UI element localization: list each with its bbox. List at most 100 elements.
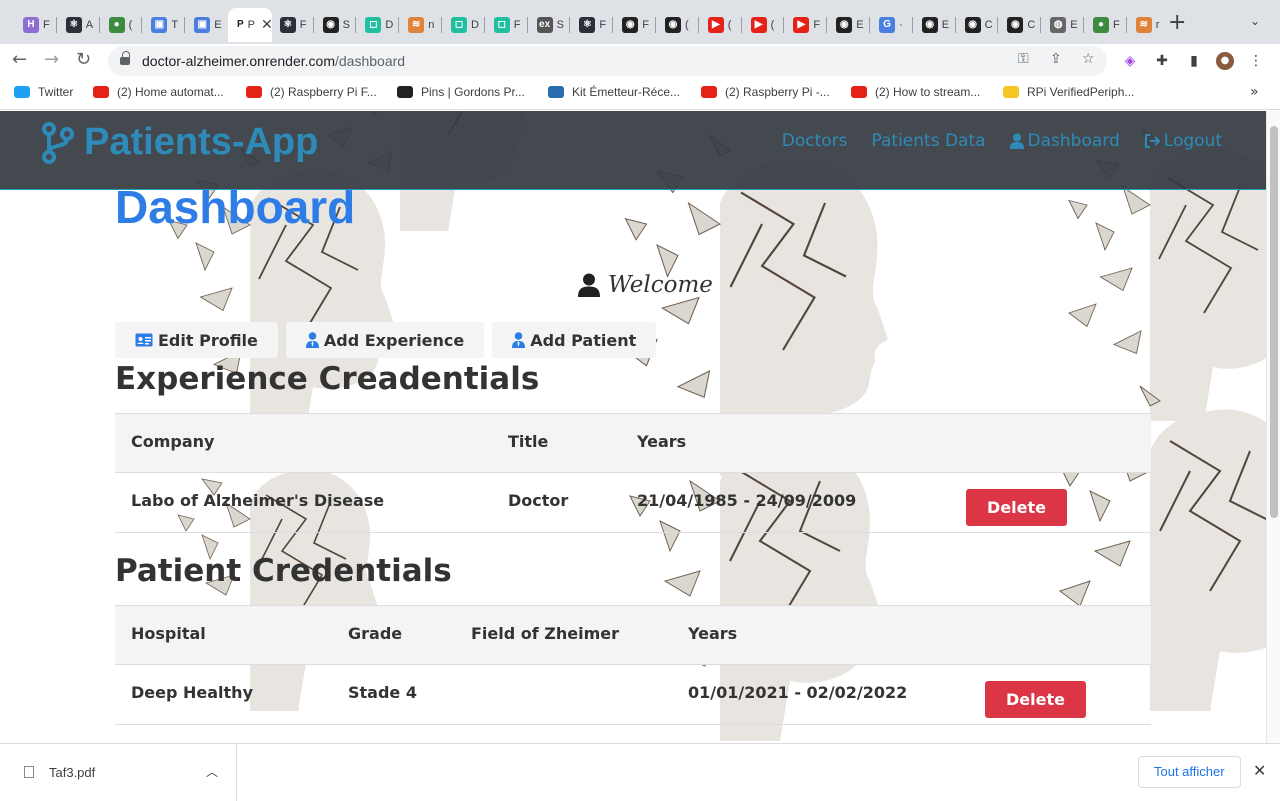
nav-patients-data[interactable]: Patients Data: [872, 131, 986, 151]
browser-tab[interactable]: ≋ r: [1127, 8, 1170, 42]
tab-title: S: [342, 19, 350, 31]
key-icon[interactable]: ⚿: [1018, 51, 1029, 67]
bookmark-item[interactable]: (2) How to stream...: [851, 85, 980, 99]
brand-name: Patients-App: [84, 121, 319, 163]
welcome-message: Welcome: [578, 272, 713, 298]
download-item[interactable]: Taf3.pdf ︿: [0, 744, 237, 801]
extension-lens-icon[interactable]: ◈: [1121, 52, 1139, 70]
browser-tab[interactable]: ▶(: [699, 8, 742, 42]
browser-tab[interactable]: ◉ E: [913, 8, 956, 42]
browser-tab[interactable]: ◉ F: [613, 8, 656, 42]
scrollbar-thumb[interactable]: [1270, 126, 1278, 518]
browser-tab[interactable]: ◍ E: [1041, 8, 1084, 42]
nav-doctors[interactable]: Doctors: [782, 131, 848, 151]
browser-tab[interactable]: ⚛ F: [570, 8, 613, 42]
pdf-file-icon: [24, 766, 34, 778]
browser-tab[interactable]: ▣ T: [142, 8, 185, 42]
patient-table-header: Hospital Grade Field of Zheimer Years: [115, 605, 1151, 665]
bookmark-item[interactable]: Twitter: [14, 85, 73, 99]
patient-heading: Patient Credentials: [115, 553, 452, 589]
tab-favicon-icon: G: [879, 17, 895, 33]
browser-tab[interactable]: ◉(: [656, 8, 699, 42]
tab-title: C: [984, 19, 993, 31]
navbar-links: Doctors Patients Data Dashboard Logout: [758, 131, 1222, 151]
share-icon[interactable]: ⇪: [1050, 51, 1062, 67]
column-header-field: Field of Zheimer: [471, 624, 620, 643]
nav-logout[interactable]: Logout: [1144, 131, 1222, 151]
bookmark-label: RPi VerifiedPeriph...: [1027, 85, 1135, 99]
back-arrow-icon[interactable]: ←: [12, 49, 27, 71]
column-header-company: Company: [131, 432, 215, 451]
edit-profile-button[interactable]: Edit Profile: [115, 322, 278, 358]
bookmark-label: (2) Raspberry Pi -...: [725, 85, 830, 99]
browser-tab[interactable]: ● F: [1084, 8, 1127, 42]
experience-table-header: Company Title Years: [115, 413, 1151, 473]
profile-avatar[interactable]: ●: [1216, 52, 1234, 70]
new-tab-button[interactable]: +: [1168, 12, 1186, 34]
bookmark-label: (2) Home automat...: [117, 85, 224, 99]
bookmark-item[interactable]: RPi VerifiedPeriph...: [1003, 85, 1134, 99]
browser-tab[interactable]: ◻ F: [485, 8, 528, 42]
column-header-years: Years: [688, 624, 738, 643]
tab-favicon-icon: ≋: [408, 17, 425, 33]
tab-title: (: [727, 19, 732, 31]
bookmark-item[interactable]: (2) Raspberry Pi -...: [701, 85, 830, 99]
table-row: Labo of Alzheimer's Disease Doctor 21/04…: [115, 473, 1151, 533]
bookmark-favicon-icon: [701, 86, 717, 98]
side-panel-icon[interactable]: ▮: [1185, 52, 1203, 70]
bookmark-favicon-icon: [851, 86, 867, 98]
nav-dashboard[interactable]: Dashboard: [1009, 131, 1120, 151]
browser-tab[interactable]: ◻ D: [442, 8, 485, 42]
extensions-puzzle-icon[interactable]: ✚: [1153, 52, 1171, 70]
patient-hospital: Deep Healthy: [131, 683, 253, 702]
browser-tab[interactable]: ≋ n: [399, 8, 442, 42]
browser-tab[interactable]: ⚛ A: [57, 8, 100, 42]
reload-icon[interactable]: ↻: [76, 49, 91, 71]
chevron-up-icon[interactable]: ︿: [206, 763, 218, 780]
tab-favicon-icon: ▣: [194, 17, 211, 33]
tab-title: F: [642, 19, 649, 31]
add-experience-button[interactable]: Add Experience: [285, 322, 485, 358]
bookmark-item[interactable]: Kit Émetteur-Réce...: [548, 85, 680, 99]
bookmark-item[interactable]: (2) Home automat...: [93, 85, 224, 99]
bookmarks-bar: Twitter (2) Home automat... (2) Raspberry …: [0, 78, 1280, 110]
sign-out-icon: [1144, 134, 1160, 148]
bookmark-favicon-icon: [246, 86, 262, 98]
browser-tab[interactable]: ◉ S: [314, 8, 357, 42]
tab-title: E: [1070, 19, 1078, 31]
browser-tab[interactable]: ●(: [100, 8, 143, 42]
browser-tab[interactable]: G ·: [870, 8, 913, 42]
tab-favicon-icon: ◍: [1050, 17, 1067, 33]
browser-tab[interactable]: HF: [14, 8, 57, 42]
bookmark-star-icon[interactable]: ☆: [1082, 51, 1095, 67]
delete-experience-button[interactable]: Delete: [966, 489, 1067, 526]
page-scrollbar[interactable]: [1266, 111, 1280, 743]
nav-doctors-label: Doctors: [781, 131, 848, 151]
tab-search-chevron-icon[interactable]: ⌄: [1250, 14, 1260, 28]
forward-arrow-icon[interactable]: →: [44, 49, 59, 71]
bookmarks-overflow-chevron-icon[interactable]: »: [1250, 84, 1259, 100]
browser-tab[interactable]: ▶ F: [784, 8, 827, 42]
browser-tab[interactable]: ⚛ F: [271, 8, 314, 42]
browser-tab[interactable]: ▶(: [742, 8, 785, 42]
close-icon[interactable]: ✕: [1253, 761, 1266, 780]
browser-tab[interactable]: ▣ E: [185, 8, 228, 42]
brand-logo[interactable]: Patients-App: [42, 121, 318, 164]
bookmark-item[interactable]: (2) Raspberry Pi F...: [246, 85, 377, 99]
browser-tab[interactable]: ◉ C: [956, 8, 999, 42]
lock-icon[interactable]: [120, 51, 130, 65]
show-all-downloads-button[interactable]: Tout afficher: [1138, 756, 1241, 788]
bookmark-item[interactable]: Pins | Gordons Pr...: [397, 85, 525, 99]
tab-favicon-icon: ◉: [964, 17, 981, 33]
add-patient-button[interactable]: Add Patient: [492, 322, 657, 358]
menu-kebab-icon[interactable]: ⋮: [1247, 52, 1265, 70]
browser-tab[interactable]: ◻ D: [356, 8, 399, 42]
table-row: Deep Healthy Stade 4 01/01/2021 - 02/02/…: [115, 665, 1151, 725]
browser-tab[interactable]: P P ✕: [228, 8, 273, 42]
delete-patient-button[interactable]: Delete: [985, 681, 1086, 718]
address-bar[interactable]: doctor-alzheimer.onrender.com/dashboard …: [108, 46, 1107, 76]
browser-tab[interactable]: ◉ C: [998, 8, 1041, 42]
browser-tab[interactable]: ex S: [528, 8, 571, 42]
browser-tab[interactable]: ◉ E: [827, 8, 870, 42]
tab-title: F: [43, 19, 50, 31]
